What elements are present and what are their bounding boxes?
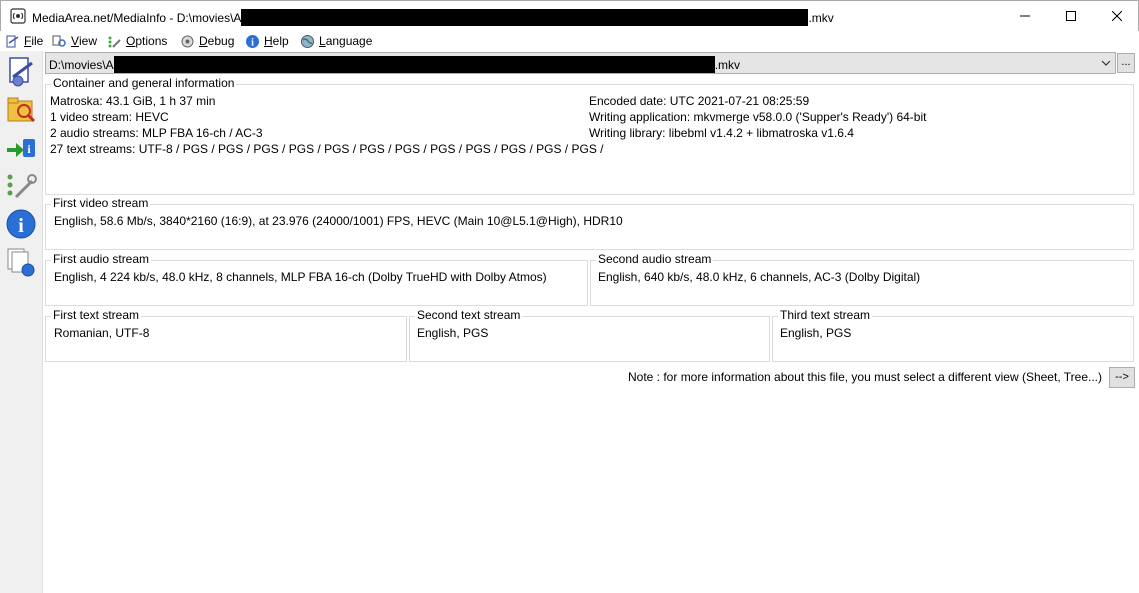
close-icon [1112, 11, 1122, 21]
open-file-icon[interactable] [4, 55, 38, 89]
menu-language[interactable]: Language [300, 32, 372, 50]
options-icon [108, 36, 121, 48]
text-stream-3-title: Third text stream [778, 308, 873, 323]
close-button[interactable] [1094, 1, 1139, 31]
audio-stream-1-group: First audio stream English, 4 224 kb/s, … [45, 252, 588, 306]
menu-debug-accel: D [199, 34, 208, 48]
menu-bar: File View Options Debug i Help Language [0, 31, 1139, 51]
menu-language-rest: anguage [325, 34, 373, 48]
window-title-prefix: MediaArea.net/MediaInfo - D:\movies\A [32, 11, 242, 25]
title-bar: MediaArea.net/MediaInfo - D:\movies\A .mk… [0, 0, 1139, 31]
menu-file[interactable]: File [5, 32, 43, 50]
text-stream-1-title: First text stream [51, 308, 142, 323]
video-stream-title: First video stream [51, 196, 151, 211]
svg-text:i: i [251, 37, 254, 48]
file-selector[interactable]: D:\movies\A .mkv [45, 52, 1116, 74]
mediainfo-app-icon [10, 8, 26, 24]
language-icon [301, 34, 314, 48]
menu-options-accel: O [126, 34, 136, 48]
general-left-line: 27 text streams: UTF-8 / PGS / PGS / PGS… [50, 142, 604, 156]
redaction-bar [241, 9, 809, 26]
audio-stream-2-title: Second audio stream [596, 252, 714, 267]
file-path-prefix: D:\movies\A [49, 58, 114, 72]
general-info-group: Container and general information Matros… [45, 76, 1134, 195]
menu-file-accel: F [24, 34, 32, 48]
general-right-line: Writing application: mkvmerge v58.0.0 ('… [589, 110, 927, 124]
minimize-icon [1020, 15, 1030, 17]
export-icon[interactable]: i [4, 131, 38, 165]
file-icon [6, 35, 19, 47]
change-view-button[interactable]: --> [1109, 367, 1135, 388]
menu-view[interactable]: View [52, 32, 97, 50]
general-left-line: Matroska: 43.1 GiB, 1 h 37 min [50, 94, 216, 108]
menu-help-accel: H [264, 34, 273, 48]
redaction-bar [113, 56, 715, 73]
open-folder-icon[interactable] [4, 93, 38, 127]
menu-help[interactable]: i Help [245, 32, 289, 50]
maximize-icon [1066, 11, 1076, 21]
menu-debug[interactable]: Debug [180, 32, 234, 50]
preferences-icon[interactable] [4, 169, 38, 203]
browse-button[interactable]: ... [1117, 53, 1135, 73]
general-right-line: Writing library: libebml v1.4.2 + libmat… [589, 126, 854, 140]
general-right-line: Encoded date: UTC 2021-07-21 08:25:59 [589, 94, 810, 108]
about-icon[interactable]: i [4, 207, 38, 241]
text-stream-2-title: Second text stream [415, 308, 523, 323]
text-stream-1-info: Romanian, UTF-8 [54, 326, 150, 340]
svg-text:i: i [18, 215, 24, 237]
minimize-button[interactable] [1002, 1, 1048, 31]
menu-debug-rest: ebug [207, 34, 235, 48]
menu-help-rest: elp [272, 34, 289, 48]
window-title: MediaArea.net/MediaInfo - D:\movies\A .mk… [32, 9, 834, 26]
view-note: Note : for more information about this f… [628, 370, 1102, 384]
window-title-suffix: .mkv [808, 11, 834, 25]
text-stream-3-info: English, PGS [780, 326, 852, 340]
audio-stream-1-title: First audio stream [51, 252, 152, 267]
debug-icon [181, 35, 194, 47]
general-left-line: 2 audio streams: MLP FBA 16-ch / AC-3 [50, 126, 263, 140]
file-path-suffix: .mkv [714, 58, 741, 72]
chevron-down-icon [1101, 60, 1111, 66]
menu-file-rest: ile [31, 34, 44, 48]
audio-stream-2-group: Second audio stream English, 640 kb/s, 4… [590, 252, 1134, 306]
menu-view-accel: V [71, 34, 80, 48]
general-left-line: 1 video stream: HEVC [50, 110, 169, 124]
left-toolbar: i i [0, 51, 43, 593]
audio-stream-1-info: English, 4 224 kb/s, 48.0 kHz, 8 channel… [54, 270, 547, 284]
menu-options-rest: ptions [135, 34, 168, 48]
general-info-title: Container and general information [51, 76, 237, 91]
text-stream-3-group: Third text stream English, PGS [772, 308, 1134, 362]
audio-stream-2-info: English, 640 kb/s, 48.0 kHz, 6 channels,… [598, 270, 921, 284]
menu-language-accel: L [319, 34, 326, 48]
text-stream-1-group: First text stream Romanian, UTF-8 [45, 308, 407, 362]
maximize-button[interactable] [1048, 1, 1094, 31]
video-stream-info: English, 58.6 Mb/s, 3840*2160 (16:9), at… [54, 214, 623, 228]
view-icon [52, 35, 66, 47]
knowledge-base-icon[interactable] [4, 245, 38, 279]
text-stream-2-group: Second text stream English, PGS [409, 308, 770, 362]
help-icon: i [246, 34, 259, 48]
menu-view-rest: iew [79, 34, 98, 48]
text-stream-2-info: English, PGS [417, 326, 489, 340]
video-stream-group: First video stream English, 58.6 Mb/s, 3… [45, 196, 1134, 250]
menu-options[interactable]: Options [107, 32, 167, 50]
file-selector-value: D:\movies\A .mkv [49, 56, 740, 73]
